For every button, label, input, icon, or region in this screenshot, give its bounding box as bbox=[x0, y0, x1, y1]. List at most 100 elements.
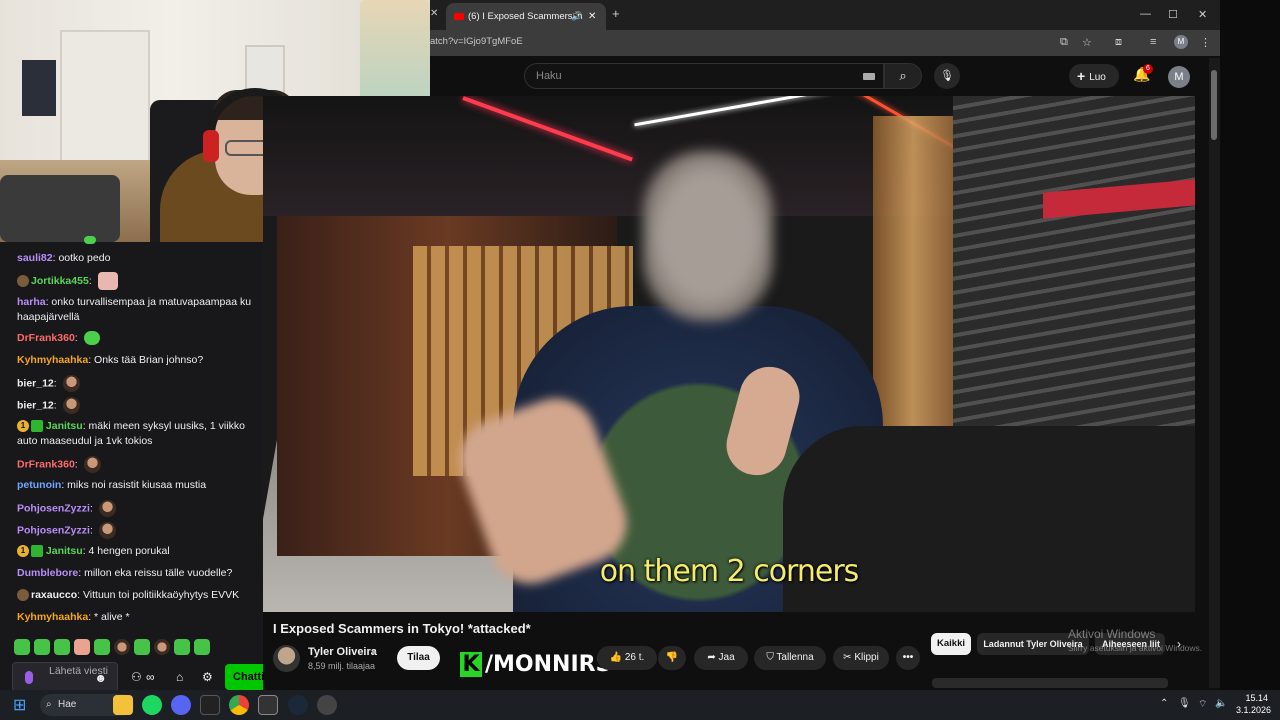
page-scrollbar[interactable] bbox=[1209, 58, 1220, 688]
chat-message: 1 Janitsu: mäki meen syksyl uusiks, 1 vi… bbox=[17, 420, 245, 447]
chat-message: 1 Janitsu: 4 hengen porukal bbox=[17, 544, 263, 559]
emote-partial bbox=[84, 236, 96, 244]
file-explorer-icon[interactable] bbox=[113, 695, 133, 715]
emote-icon[interactable] bbox=[14, 638, 30, 655]
browser-profile-avatar[interactable]: M bbox=[1174, 35, 1188, 49]
thumbs-down-icon: 👎 bbox=[665, 652, 679, 663]
taskbar-clock[interactable]: 15.14 3.1.2026 bbox=[1236, 692, 1271, 716]
verified-icon: ● bbox=[371, 647, 377, 657]
address-bar bbox=[430, 30, 1220, 56]
emote-icon[interactable] bbox=[134, 638, 150, 655]
youtube-profile-avatar[interactable]: M bbox=[1168, 66, 1190, 88]
points-icon[interactable]: ∞ bbox=[146, 670, 155, 684]
spotify-icon[interactable] bbox=[142, 695, 162, 715]
search-input[interactable]: Haku bbox=[524, 63, 884, 89]
sub-badge-icon: 1 bbox=[17, 545, 29, 558]
emote-icon bbox=[98, 500, 116, 517]
maximize-icon[interactable]: ☐ bbox=[1168, 8, 1178, 21]
dislike-button[interactable]: 👎 bbox=[658, 646, 686, 670]
browser-tab-active[interactable]: (6) I Exposed Scammers in 🔊 ✕ bbox=[446, 3, 606, 30]
minimize-icon[interactable]: — bbox=[1140, 8, 1151, 20]
channel-name[interactable]: Tyler Oliveira bbox=[308, 646, 377, 658]
video-caption: on them 2 corners bbox=[599, 554, 860, 589]
tab-title: (6) I Exposed Scammers in bbox=[468, 11, 583, 22]
media-control-icon[interactable]: ≡ bbox=[1150, 36, 1156, 48]
chat-message: Kyhmyhaahka: Onks tää Brian johnso? bbox=[17, 354, 204, 366]
bits-icon[interactable]: ⚇ bbox=[131, 670, 142, 684]
emote-bar[interactable] bbox=[14, 638, 254, 658]
chat-message: Jortikka455: bbox=[17, 272, 263, 290]
chat-message-input[interactable]: Lähetä viesti ☻ bbox=[12, 662, 118, 692]
windows-start-icon[interactable]: ⊞ bbox=[13, 695, 26, 715]
scrollbar-thumb[interactable] bbox=[1211, 70, 1217, 140]
volume-icon[interactable]: 🔈 bbox=[1215, 698, 1227, 709]
emote-icon[interactable] bbox=[194, 638, 210, 655]
prev-tab-close-icon[interactable]: ✕ bbox=[430, 8, 438, 19]
browser-menu-icon[interactable]: ⋮ bbox=[1200, 36, 1211, 49]
share-arrow-icon: ➦ bbox=[707, 652, 719, 663]
emote-icon bbox=[62, 375, 80, 392]
microphone-icon[interactable] bbox=[25, 671, 33, 684]
emote-icon[interactable] bbox=[174, 638, 190, 655]
create-button[interactable]: + Luo bbox=[1069, 64, 1119, 88]
keyboard-icon[interactable] bbox=[863, 73, 875, 80]
more-actions-button[interactable]: ••• bbox=[896, 646, 920, 670]
chat-message: Kyhmyhaahka: * alive * bbox=[17, 611, 130, 623]
chat-message: PohjosenZyzzi: bbox=[17, 500, 263, 517]
cast-icon[interactable]: ⧉ bbox=[1060, 36, 1068, 49]
chat-message: PohjosenZyzzi: bbox=[17, 522, 263, 539]
obs-app-icon[interactable] bbox=[258, 695, 278, 715]
tray-app-icon[interactable]: 🎙 bbox=[1178, 698, 1191, 709]
youtube-favicon-icon bbox=[454, 13, 464, 20]
discord-icon[interactable] bbox=[171, 695, 191, 715]
emoji-icon[interactable]: ☻ bbox=[94, 671, 107, 685]
clip-button[interactable]: ✂ Klippi bbox=[833, 646, 889, 670]
steam-icon[interactable] bbox=[288, 695, 308, 715]
gift-badge-icon bbox=[31, 545, 43, 558]
tray-chevron-icon[interactable]: ⌃ bbox=[1160, 698, 1168, 709]
emote-icon bbox=[83, 331, 100, 346]
settings-gear-icon[interactable]: ⚙ bbox=[202, 670, 213, 684]
emote-icon[interactable] bbox=[114, 638, 130, 655]
channel-avatar[interactable] bbox=[273, 645, 300, 672]
bookmark-star-icon[interactable]: ☆ bbox=[1082, 36, 1092, 49]
chat-message: harha: onko turvallisempaa ja matuvapaam… bbox=[17, 296, 252, 323]
sub-badge-icon: 1 bbox=[17, 420, 29, 433]
subscribe-button[interactable]: Tilaa bbox=[397, 646, 440, 670]
x-app-icon[interactable] bbox=[200, 695, 220, 715]
chrome-icon[interactable] bbox=[229, 695, 249, 715]
bookmark-icon: ⛉ bbox=[766, 652, 777, 663]
chip-all[interactable]: Kaikki bbox=[931, 633, 971, 655]
chat-message: bier_12: bbox=[17, 375, 263, 392]
gift-badge-icon bbox=[31, 420, 43, 433]
like-button[interactable]: 👍 26 t. bbox=[597, 646, 657, 670]
chat-message: DrFrank360: bbox=[17, 456, 263, 473]
store-icon[interactable]: ⌂ bbox=[176, 670, 183, 684]
search-button[interactable]: ⌕ bbox=[884, 63, 922, 89]
tab-close-icon[interactable]: ✕ bbox=[588, 3, 596, 30]
speaker-icon[interactable]: 🔊 bbox=[571, 3, 582, 30]
recommendation-thumbnail[interactable] bbox=[932, 678, 1168, 688]
desktop-background bbox=[1220, 0, 1280, 690]
wifi-icon[interactable]: ⌔ bbox=[1198, 698, 1207, 711]
emote-icon bbox=[98, 522, 116, 539]
emote-icon[interactable] bbox=[74, 638, 90, 655]
url-field[interactable]: atch?v=IGjo9TgMFoE bbox=[430, 36, 523, 47]
windows-activation-title: Aktivoi Windows bbox=[1068, 627, 1156, 641]
emote-icon[interactable] bbox=[154, 638, 170, 655]
emote-icon[interactable] bbox=[54, 638, 70, 655]
window-close-icon[interactable]: ✕ bbox=[1198, 8, 1207, 21]
video-player[interactable] bbox=[263, 96, 1195, 612]
share-button[interactable]: ➦ Jaa bbox=[694, 646, 748, 670]
new-tab-button[interactable]: + bbox=[612, 6, 620, 21]
voice-search-button[interactable]: 🎙 bbox=[934, 63, 960, 89]
chat-message: raxaucco: Vittuun toi politiikkaöyhytys … bbox=[17, 588, 263, 603]
emote-icon[interactable] bbox=[94, 638, 110, 655]
extensions-icon[interactable]: ⧈ bbox=[1115, 36, 1122, 49]
emote-icon[interactable] bbox=[34, 638, 50, 655]
save-button[interactable]: ⛉ Tallenna bbox=[754, 646, 826, 670]
scissors-icon: ✂ bbox=[843, 652, 855, 663]
notification-count-badge: 6 bbox=[1143, 64, 1153, 74]
chat-send-button[interactable]: Chatti bbox=[225, 664, 264, 690]
obs-studio-icon[interactable] bbox=[317, 695, 337, 715]
